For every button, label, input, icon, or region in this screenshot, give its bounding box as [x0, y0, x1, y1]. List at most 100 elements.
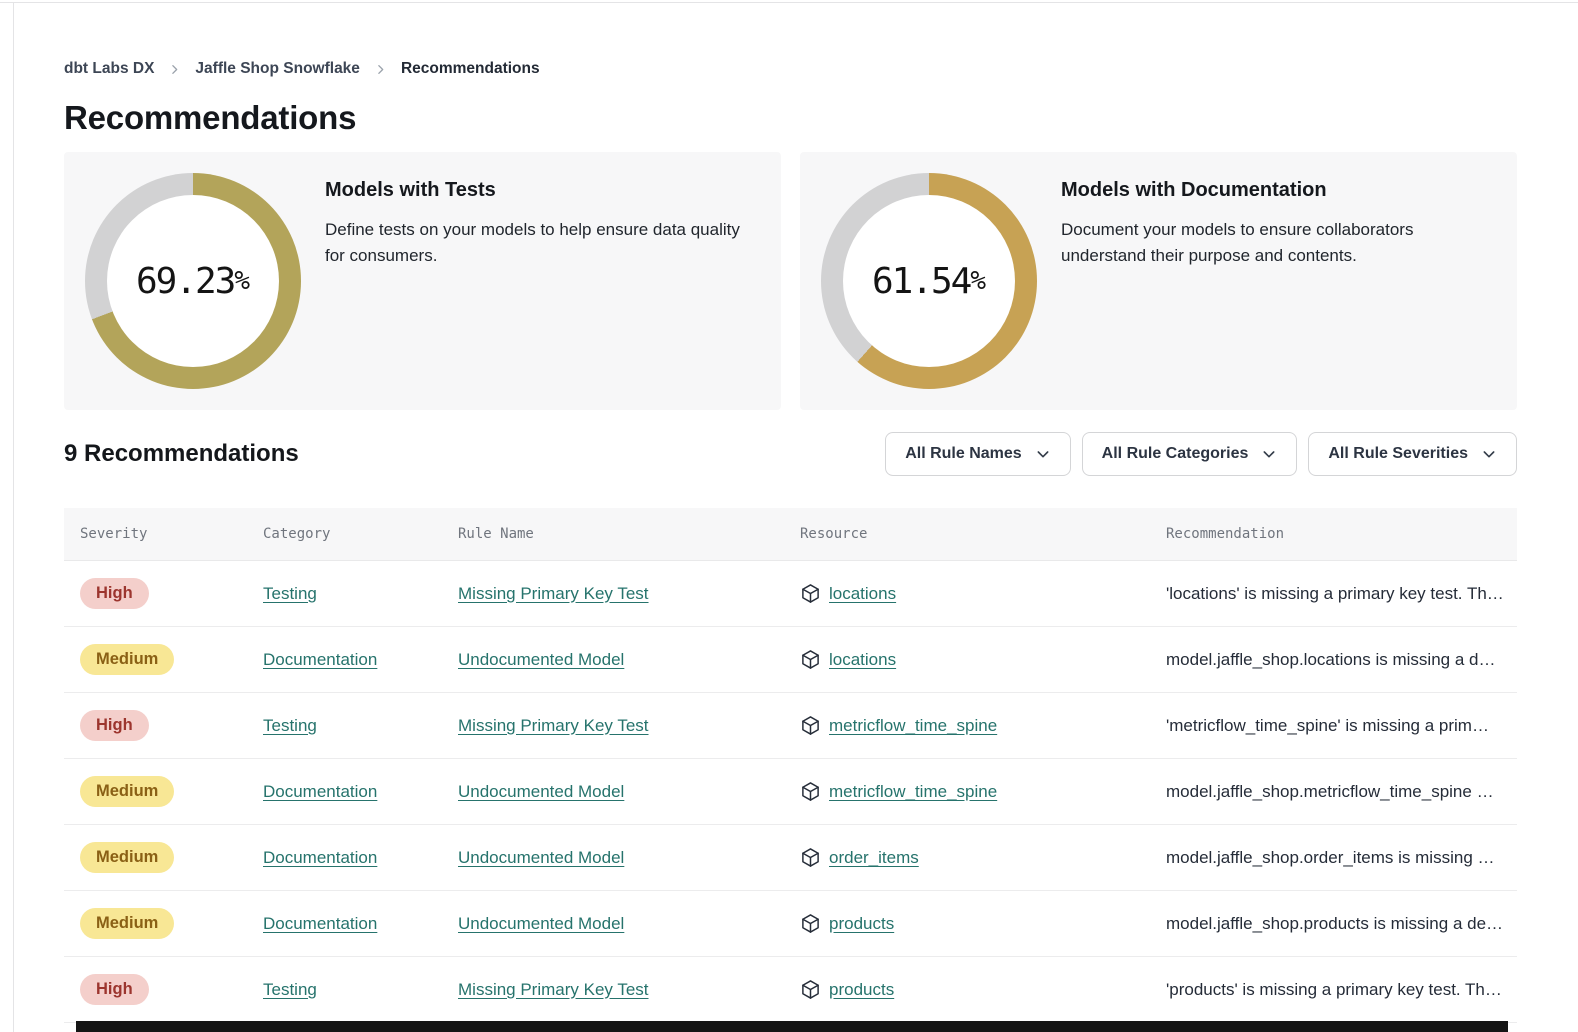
rule-name-link[interactable]: Missing Primary Key Test — [458, 584, 649, 603]
category-cell: Testing — [263, 980, 458, 1000]
rule-name-cell: Undocumented Model — [458, 650, 800, 670]
chevron-down-icon — [1035, 446, 1051, 462]
donut-hole: 61.54% — [843, 195, 1015, 367]
resource-cell: metricflow_time_spine — [800, 781, 1166, 802]
category-link[interactable]: Testing — [263, 980, 317, 999]
severity-cell: Medium — [80, 644, 263, 675]
card-title: Models with Documentation — [1061, 179, 1433, 202]
models-with-documentation-card: 61.54% Models with Documentation Documen… — [800, 152, 1517, 410]
model-cube-icon — [800, 715, 821, 736]
rule-name-link[interactable]: Undocumented Model — [458, 848, 624, 867]
chevron-right-icon — [374, 63, 387, 76]
category-cell: Documentation — [263, 848, 458, 868]
severity-badge: Medium — [80, 908, 174, 939]
model-cube-icon — [800, 913, 821, 934]
recommendation-text: model.jaffle_shop.metricflow_time_spine … — [1166, 782, 1517, 802]
resource-cell: locations — [800, 649, 1166, 670]
main-content: dbt Labs DX Jaffle Shop Snowflake Recomm… — [64, 0, 1517, 1023]
category-link[interactable]: Documentation — [263, 782, 377, 801]
table-header-row: Severity Category Rule Name Resource Rec… — [64, 508, 1517, 561]
table-row: Medium Documentation Undocumented Model … — [64, 825, 1517, 891]
rule-name-link[interactable]: Missing Primary Key Test — [458, 980, 649, 999]
severity-cell: Medium — [80, 842, 263, 873]
resource-link[interactable]: products — [829, 914, 894, 934]
breadcrumb-item-account[interactable]: dbt Labs DX — [64, 60, 154, 78]
breadcrumb-item-project[interactable]: Jaffle Shop Snowflake — [195, 60, 360, 78]
category-link[interactable]: Testing — [263, 716, 317, 735]
window-left-border — [13, 2, 14, 1032]
model-cube-icon — [800, 979, 821, 1000]
recommendation-text: 'locations' is missing a primary key tes… — [1166, 584, 1517, 604]
rule-name-link[interactable]: Undocumented Model — [458, 914, 624, 933]
table-row: Medium Documentation Undocumented Model … — [64, 627, 1517, 693]
category-link[interactable]: Documentation — [263, 650, 377, 669]
resource-cell: products — [800, 913, 1166, 934]
severity-cell: Medium — [80, 908, 263, 939]
card-description: Define tests on your models to help ensu… — [325, 217, 760, 269]
rule-name-cell: Missing Primary Key Test — [458, 584, 800, 604]
rule-names-filter-dropdown[interactable]: All Rule Names — [885, 432, 1070, 476]
breadcrumb-item-current: Recommendations — [401, 60, 540, 78]
recommendation-text: 'metricflow_time_spine' is missing a pri… — [1166, 716, 1517, 736]
rule-name-cell: Undocumented Model — [458, 914, 800, 934]
severity-cell: High — [80, 974, 263, 1005]
resource-link[interactable]: metricflow_time_spine — [829, 782, 997, 802]
rule-name-cell: Missing Primary Key Test — [458, 980, 800, 1000]
category-link[interactable]: Testing — [263, 584, 317, 603]
rule-name-cell: Missing Primary Key Test — [458, 716, 800, 736]
severity-badge: High — [80, 578, 149, 609]
recommendation-text: 'products' is missing a primary key test… — [1166, 980, 1517, 1000]
severity-cell: High — [80, 710, 263, 741]
table-row: High Testing Missing Primary Key Test pr… — [64, 957, 1517, 1023]
resource-link[interactable]: products — [829, 980, 894, 1000]
page-title: Recommendations — [64, 99, 1517, 137]
breadcrumb: dbt Labs DX Jaffle Shop Snowflake Recomm… — [64, 60, 1517, 78]
column-header-severity: Severity — [80, 526, 263, 542]
filter-bar: All Rule Names All Rule Categories All R… — [885, 432, 1517, 476]
table-body: High Testing Missing Primary Key Test lo… — [64, 561, 1517, 1023]
card-text-block: Models with Tests Define tests on your m… — [325, 173, 760, 389]
model-cube-icon — [800, 649, 821, 670]
recommendations-table: Severity Category Rule Name Resource Rec… — [64, 508, 1517, 1023]
card-text-block: Models with Documentation Document your … — [1061, 173, 1433, 389]
column-header-category: Category — [263, 526, 458, 542]
list-header: 9 Recommendations All Rule Names All Rul… — [64, 432, 1517, 476]
resource-cell: metricflow_time_spine — [800, 715, 1166, 736]
donut-hole: 69.23% — [107, 195, 279, 367]
resource-link[interactable]: locations — [829, 584, 896, 604]
table-row: High Testing Missing Primary Key Test lo… — [64, 561, 1517, 627]
severity-badge: Medium — [80, 776, 174, 807]
category-link[interactable]: Documentation — [263, 848, 377, 867]
models-with-tests-card: 69.23% Models with Tests Define tests on… — [64, 152, 781, 410]
filter-label: All Rule Names — [905, 445, 1021, 463]
rule-name-link[interactable]: Missing Primary Key Test — [458, 716, 649, 735]
card-title: Models with Tests — [325, 179, 760, 202]
percent-sign: % — [970, 266, 986, 296]
severity-cell: High — [80, 578, 263, 609]
rule-severities-filter-dropdown[interactable]: All Rule Severities — [1308, 432, 1517, 476]
filter-label: All Rule Severities — [1328, 445, 1468, 463]
category-link[interactable]: Documentation — [263, 914, 377, 933]
rule-name-link[interactable]: Undocumented Model — [458, 782, 624, 801]
chevron-down-icon — [1481, 446, 1497, 462]
column-header-recommendation: Recommendation — [1166, 526, 1517, 542]
recommendations-count: 9 Recommendations — [64, 440, 299, 468]
category-cell: Documentation — [263, 782, 458, 802]
model-cube-icon — [800, 583, 821, 604]
rule-categories-filter-dropdown[interactable]: All Rule Categories — [1082, 432, 1298, 476]
severity-badge: High — [80, 974, 149, 1005]
resource-link[interactable]: metricflow_time_spine — [829, 716, 997, 736]
tests-coverage-donut-chart: 69.23% — [85, 173, 301, 389]
rule-name-cell: Undocumented Model — [458, 782, 800, 802]
recommendation-text: model.jaffle_shop.products is missing a … — [1166, 914, 1517, 934]
severity-badge: High — [80, 710, 149, 741]
metric-cards: 69.23% Models with Tests Define tests on… — [64, 152, 1517, 410]
table-row: Medium Documentation Undocumented Model … — [64, 891, 1517, 957]
resource-cell: products — [800, 979, 1166, 1000]
resource-link[interactable]: order_items — [829, 848, 919, 868]
resource-link[interactable]: locations — [829, 650, 896, 670]
rule-name-link[interactable]: Undocumented Model — [458, 650, 624, 669]
table-row: Medium Documentation Undocumented Model … — [64, 759, 1517, 825]
card-description: Document your models to ensure collabora… — [1061, 217, 1433, 269]
recommendation-text: model.jaffle_shop.locations is missing a… — [1166, 650, 1517, 670]
